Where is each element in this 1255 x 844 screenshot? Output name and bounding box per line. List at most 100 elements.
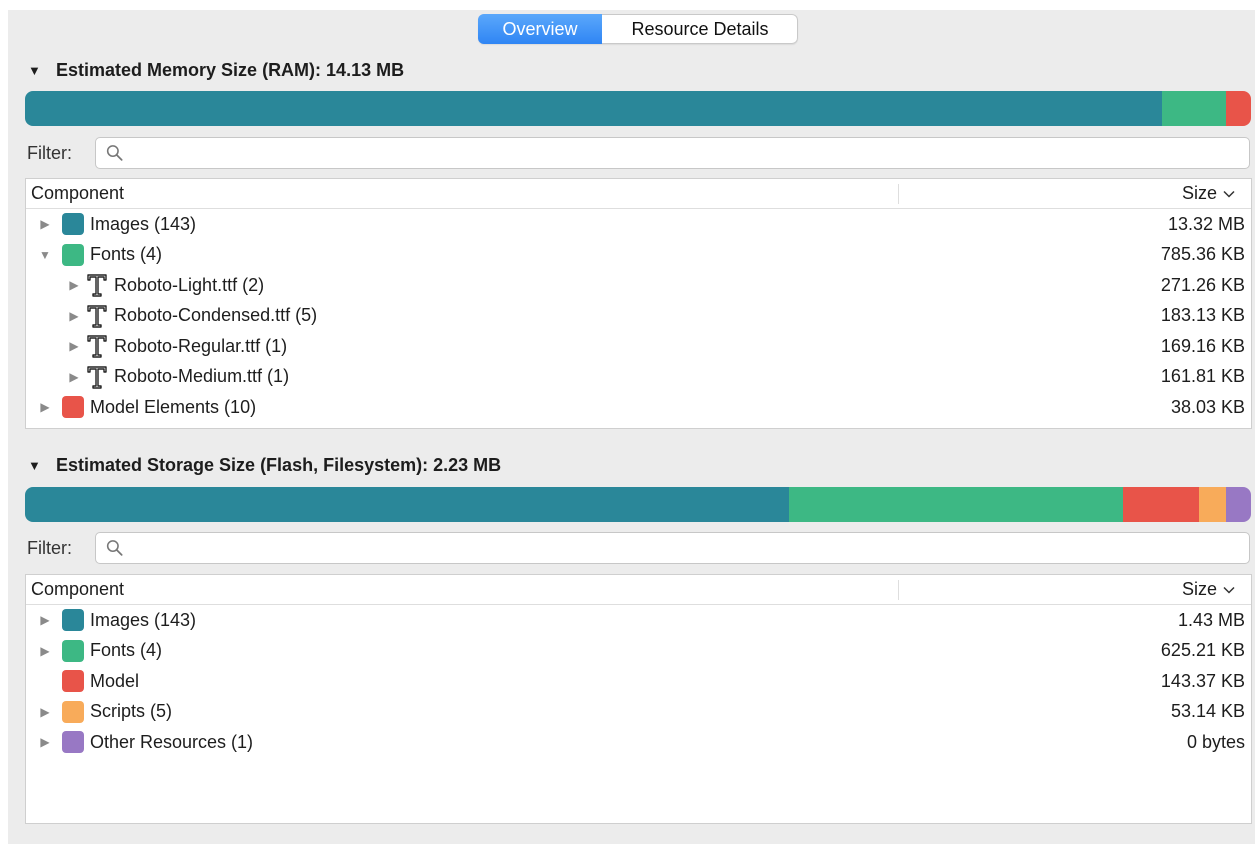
disclosure-triangle-icon[interactable]: ▶ — [68, 370, 80, 384]
disclosure-triangle-icon[interactable]: ▶ — [39, 735, 51, 749]
storage-bar-model — [1123, 487, 1200, 522]
memory-section-title: Estimated Memory Size (RAM): 14.13 MB — [56, 60, 405, 80]
tab-resource-details[interactable]: Resource Details — [602, 14, 798, 44]
storage-filter-field[interactable] — [95, 532, 1250, 564]
storage-bar-images — [25, 487, 789, 522]
table-header: Component Size — [26, 575, 1251, 605]
table-row-fonts[interactable]: ▶ Fonts (4) 625.21 KB — [26, 636, 1251, 667]
row-label: Model Elements (10) — [90, 396, 257, 417]
row-label: Roboto-Medium.ttf (1) — [114, 366, 290, 387]
color-swatch-model-elements — [62, 396, 84, 419]
row-size: 183.13 KB — [1160, 305, 1245, 326]
column-header-size-label: Size — [1181, 183, 1217, 203]
row-size: 38.03 KB — [1170, 396, 1245, 417]
row-size: 785.36 KB — [1160, 244, 1245, 265]
storage-bar-other-resources — [1226, 487, 1251, 522]
memory-bar-images — [25, 91, 1162, 126]
memory-usage-bar — [25, 91, 1251, 126]
font-file-icon — [87, 305, 107, 328]
disclosure-triangle-icon[interactable]: ▶ — [39, 644, 51, 658]
memory-bar-fonts — [1161, 91, 1227, 126]
storage-bar-fonts — [788, 487, 1124, 522]
row-label: Fonts (4) — [90, 244, 163, 265]
table-header: Component Size — [26, 179, 1251, 209]
table-row-other-resources[interactable]: ▶ Other Resources (1) 0 bytes — [26, 727, 1251, 758]
table-row-font-file[interactable]: ▶ Roboto-Light.ttf (2) 271.26 KB — [26, 270, 1251, 301]
column-divider[interactable] — [898, 184, 899, 204]
table-row-fonts[interactable]: ▼ Fonts (4) 785.36 KB — [26, 240, 1251, 271]
column-header-component[interactable]: Component — [26, 183, 124, 204]
column-header-size[interactable]: Size — [1182, 183, 1251, 204]
table-row-images[interactable]: ▶ Images (143) 1.43 MB — [26, 605, 1251, 636]
table-row-model[interactable]: Model 143.37 KB — [26, 666, 1251, 697]
row-label: Model — [90, 670, 140, 691]
memory-component-table: Component Size ▶ Images (143) 13.32 MB ▼… — [25, 178, 1252, 429]
row-size: 169.16 KB — [1160, 335, 1245, 356]
storage-usage-bar — [25, 487, 1251, 522]
disclosure-triangle-icon[interactable]: ▶ — [39, 705, 51, 719]
disclosure-triangle-icon[interactable]: ▶ — [68, 309, 80, 323]
table-row-scripts[interactable]: ▶ Scripts (5) 53.14 KB — [26, 697, 1251, 728]
column-header-component[interactable]: Component — [26, 579, 124, 600]
memory-section-header[interactable]: ▼ Estimated Memory Size (RAM): 14.13 MB — [28, 60, 404, 81]
memory-filter-input[interactable] — [129, 143, 1249, 163]
table-row-font-file[interactable]: ▶ Roboto-Condensed.ttf (5) 183.13 KB — [26, 301, 1251, 332]
disclosure-triangle-open-icon[interactable]: ▼ — [39, 248, 51, 262]
table-row-font-file[interactable]: ▶ Roboto-Medium.ttf (1) 161.81 KB — [26, 362, 1251, 393]
table-row-model-elements[interactable]: ▶ Model Elements (10) 38.03 KB — [26, 392, 1251, 423]
storage-component-table: Component Size ▶ Images (143) 1.43 MB ▶ … — [25, 574, 1252, 824]
column-divider[interactable] — [898, 580, 899, 600]
storage-section-title: Estimated Storage Size (Flash, Filesyste… — [56, 455, 502, 475]
row-label: Scripts (5) — [90, 701, 173, 722]
memory-filter-label: Filter: — [27, 142, 72, 163]
row-label: Fonts (4) — [90, 640, 163, 661]
color-swatch-images — [62, 213, 84, 236]
tab-overview[interactable]: Overview — [478, 14, 602, 44]
column-header-size-label: Size — [1181, 579, 1217, 599]
row-size: 161.81 KB — [1160, 366, 1245, 387]
row-label: Other Resources (1) — [90, 731, 254, 752]
row-label: Images (143) — [90, 609, 197, 630]
row-size: 53.14 KB — [1170, 701, 1245, 722]
row-size: 271.26 KB — [1160, 274, 1245, 295]
memory-filter-field[interactable] — [95, 137, 1250, 169]
color-swatch-fonts — [62, 639, 84, 662]
view-segmented-control[interactable]: Overview Resource Details — [478, 14, 798, 44]
color-swatch-scripts — [62, 700, 84, 723]
row-size: 0 bytes — [1186, 731, 1245, 752]
disclosure-triangle-icon[interactable]: ▶ — [39, 613, 51, 627]
column-header-size[interactable]: Size — [1182, 579, 1251, 600]
disclosure-triangle-icon[interactable]: ▶ — [68, 339, 80, 353]
font-file-icon — [87, 335, 107, 358]
chevron-down-icon — [1223, 586, 1235, 594]
search-icon — [106, 145, 123, 161]
color-swatch-fonts — [62, 243, 84, 266]
table-row-images[interactable]: ▶ Images (143) 13.32 MB — [26, 209, 1251, 240]
disclosure-triangle-icon[interactable]: ▶ — [39, 217, 51, 231]
chevron-down-icon — [1223, 190, 1235, 198]
memory-filter-row: Filter: — [27, 137, 1251, 169]
table-row-font-file[interactable]: ▶ Roboto-Regular.ttf (1) 169.16 KB — [26, 331, 1251, 362]
row-label: Roboto-Light.ttf (2) — [114, 274, 265, 295]
row-size: 13.32 MB — [1167, 213, 1245, 234]
storage-filter-label: Filter: — [27, 537, 72, 558]
storage-filter-row: Filter: — [27, 532, 1251, 564]
color-swatch-images — [62, 609, 84, 632]
storage-bar-scripts — [1199, 487, 1227, 522]
disclosure-triangle-icon[interactable]: ▶ — [68, 278, 80, 292]
disclosure-triangle-icon[interactable]: ▼ — [28, 63, 41, 78]
color-swatch-model — [62, 670, 84, 693]
row-label: Images (143) — [90, 213, 197, 234]
row-size: 625.21 KB — [1160, 640, 1245, 661]
color-swatch-other-resources — [62, 731, 84, 754]
disclosure-triangle-icon[interactable]: ▶ — [39, 400, 51, 414]
storage-filter-input[interactable] — [129, 538, 1249, 558]
search-icon — [106, 540, 123, 556]
disclosure-triangle-icon[interactable]: ▼ — [28, 458, 41, 473]
font-file-icon — [87, 366, 107, 389]
memory-bar-model-elements — [1226, 91, 1251, 126]
row-size: 143.37 KB — [1160, 670, 1245, 691]
row-size: 1.43 MB — [1177, 609, 1245, 630]
storage-section-header[interactable]: ▼ Estimated Storage Size (Flash, Filesys… — [28, 455, 501, 476]
row-label: Roboto-Regular.ttf (1) — [114, 335, 288, 356]
